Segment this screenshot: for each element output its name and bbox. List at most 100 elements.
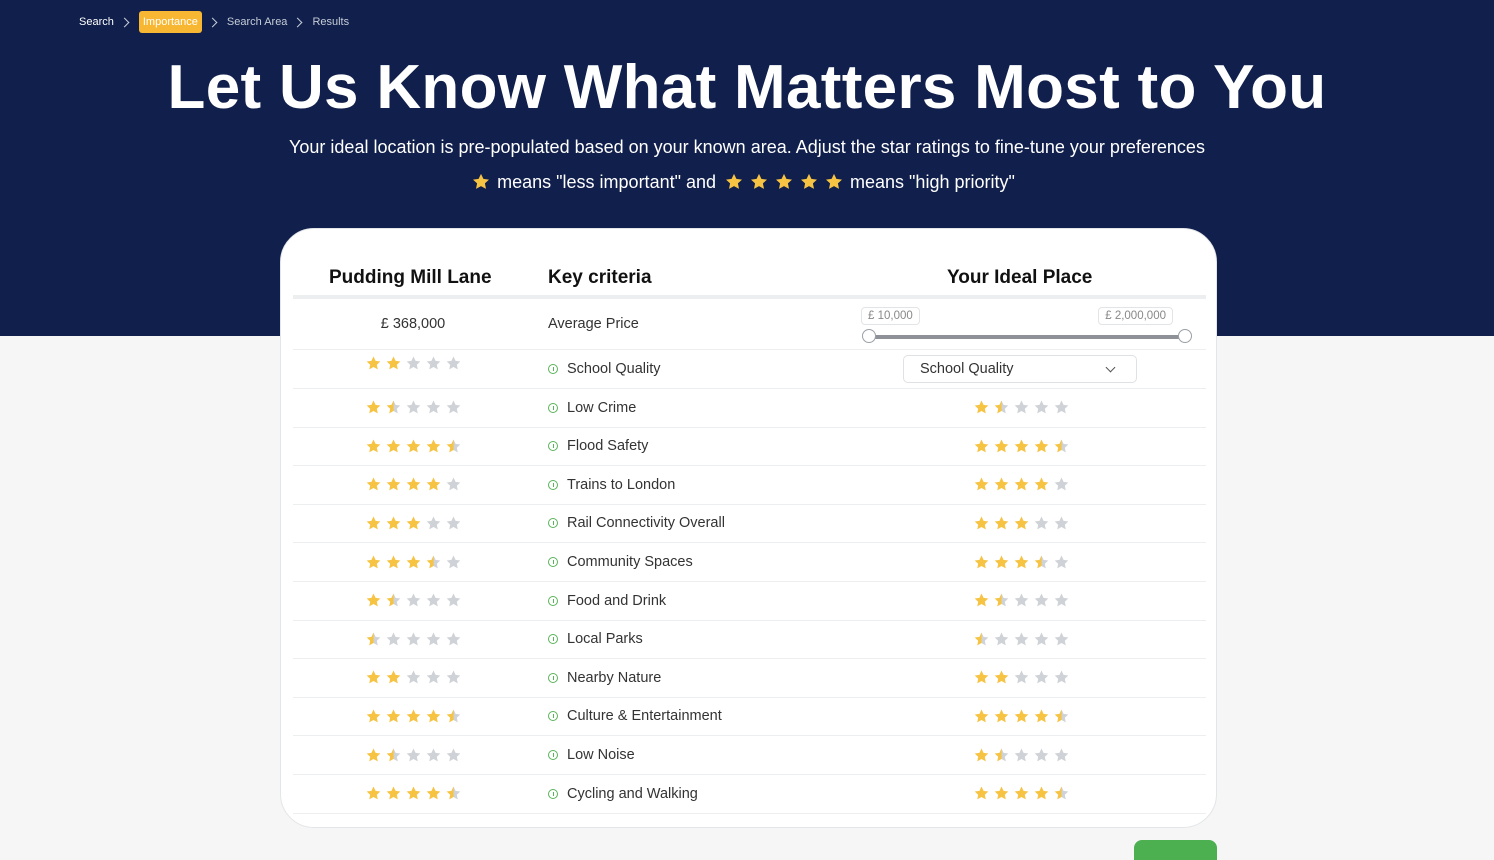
star-icon[interactable] [385, 631, 402, 648]
star-icon[interactable] [425, 476, 442, 493]
slider-min-handle[interactable] [862, 329, 876, 343]
star-icon[interactable] [405, 438, 422, 455]
star-icon[interactable] [425, 747, 442, 764]
price-min-field[interactable]: £ 10,000 [861, 307, 920, 325]
star-icon[interactable] [1013, 592, 1030, 609]
area-star-rating[interactable] [365, 747, 462, 764]
star-icon[interactable] [1013, 669, 1030, 686]
star-icon[interactable] [993, 515, 1010, 532]
star-icon[interactable] [365, 747, 382, 764]
area-star-rating[interactable] [365, 399, 462, 416]
star-icon[interactable] [445, 669, 462, 686]
area-star-rating[interactable] [365, 515, 462, 532]
star-icon[interactable] [1013, 785, 1030, 802]
star-icon[interactable] [993, 554, 1010, 571]
star-icon[interactable] [1033, 438, 1050, 455]
next-button[interactable] [1134, 840, 1217, 860]
price-max-field[interactable]: £ 2,000,000 [1098, 307, 1173, 325]
star-icon[interactable] [1033, 708, 1050, 725]
info-circle-icon[interactable] [548, 788, 558, 799]
star-icon[interactable] [973, 399, 990, 416]
star-icon[interactable] [385, 554, 402, 571]
info-circle-icon[interactable] [548, 479, 558, 490]
info-circle-icon[interactable] [548, 634, 558, 645]
star-icon[interactable] [425, 669, 442, 686]
star-icon[interactable] [365, 669, 382, 686]
star-icon[interactable] [1053, 669, 1070, 686]
star-icon[interactable] [973, 669, 990, 686]
star-icon[interactable] [1013, 515, 1030, 532]
ideal-star-rating[interactable] [973, 708, 1070, 725]
star-icon[interactable] [385, 785, 402, 802]
star-icon[interactable] [385, 355, 402, 372]
area-star-rating[interactable] [365, 708, 462, 725]
star-icon[interactable] [1033, 785, 1050, 802]
star-icon[interactable] [1053, 399, 1070, 416]
star-icon[interactable] [1013, 708, 1030, 725]
star-icon[interactable] [385, 708, 402, 725]
star-icon[interactable] [1053, 476, 1070, 493]
star-icon[interactable] [385, 438, 402, 455]
star-icon[interactable] [993, 438, 1010, 455]
star-icon[interactable] [1033, 476, 1050, 493]
star-icon[interactable] [385, 747, 402, 764]
star-icon[interactable] [993, 669, 1010, 686]
criteria-dropdown[interactable]: School Quality [903, 355, 1137, 383]
star-icon[interactable] [445, 438, 462, 455]
star-icon[interactable] [973, 631, 990, 648]
star-icon[interactable] [405, 669, 422, 686]
star-icon[interactable] [1013, 747, 1030, 764]
star-icon[interactable] [365, 785, 382, 802]
star-icon[interactable] [365, 515, 382, 532]
breadcrumb-importance[interactable]: Importance [138, 11, 202, 33]
star-icon[interactable] [993, 399, 1010, 416]
star-icon[interactable] [425, 592, 442, 609]
info-circle-icon[interactable] [548, 750, 558, 760]
star-icon[interactable] [365, 355, 382, 372]
area-star-rating[interactable] [365, 438, 462, 455]
star-icon[interactable] [405, 785, 422, 802]
star-icon[interactable] [1033, 592, 1050, 609]
star-icon[interactable] [993, 747, 1010, 764]
star-icon[interactable] [365, 592, 382, 609]
ideal-star-rating[interactable] [973, 785, 1070, 802]
star-icon[interactable] [445, 708, 462, 725]
star-icon[interactable] [365, 554, 382, 571]
star-icon[interactable] [1013, 631, 1030, 648]
star-icon[interactable] [385, 592, 402, 609]
breadcrumb-results[interactable]: Results [312, 16, 349, 28]
area-star-rating[interactable] [365, 592, 462, 609]
star-icon[interactable] [445, 592, 462, 609]
star-icon[interactable] [1053, 592, 1070, 609]
star-icon[interactable] [1013, 438, 1030, 455]
ideal-star-rating[interactable] [973, 554, 1070, 571]
slider-track[interactable] [869, 335, 1185, 339]
ideal-star-rating[interactable] [973, 747, 1070, 764]
info-circle-icon[interactable] [548, 595, 558, 606]
star-icon[interactable] [445, 515, 462, 532]
star-icon[interactable] [993, 785, 1010, 802]
star-icon[interactable] [1053, 515, 1070, 532]
star-icon[interactable] [973, 438, 990, 455]
star-icon[interactable] [445, 476, 462, 493]
area-star-rating[interactable] [365, 476, 462, 493]
breadcrumb-search[interactable]: Search [79, 16, 114, 28]
star-icon[interactable] [973, 554, 990, 571]
star-icon[interactable] [385, 399, 402, 416]
star-icon[interactable] [425, 631, 442, 648]
star-icon[interactable] [973, 592, 990, 609]
star-icon[interactable] [445, 554, 462, 571]
star-icon[interactable] [425, 438, 442, 455]
ideal-star-rating[interactable] [973, 515, 1070, 532]
star-icon[interactable] [405, 476, 422, 493]
star-icon[interactable] [385, 669, 402, 686]
star-icon[interactable] [405, 355, 422, 372]
star-icon[interactable] [405, 631, 422, 648]
ideal-star-rating[interactable] [973, 438, 1070, 455]
ideal-star-rating[interactable] [973, 476, 1070, 493]
star-icon[interactable] [405, 399, 422, 416]
star-icon[interactable] [385, 515, 402, 532]
star-icon[interactable] [1053, 631, 1070, 648]
ideal-star-rating[interactable] [973, 399, 1070, 416]
star-icon[interactable] [973, 708, 990, 725]
